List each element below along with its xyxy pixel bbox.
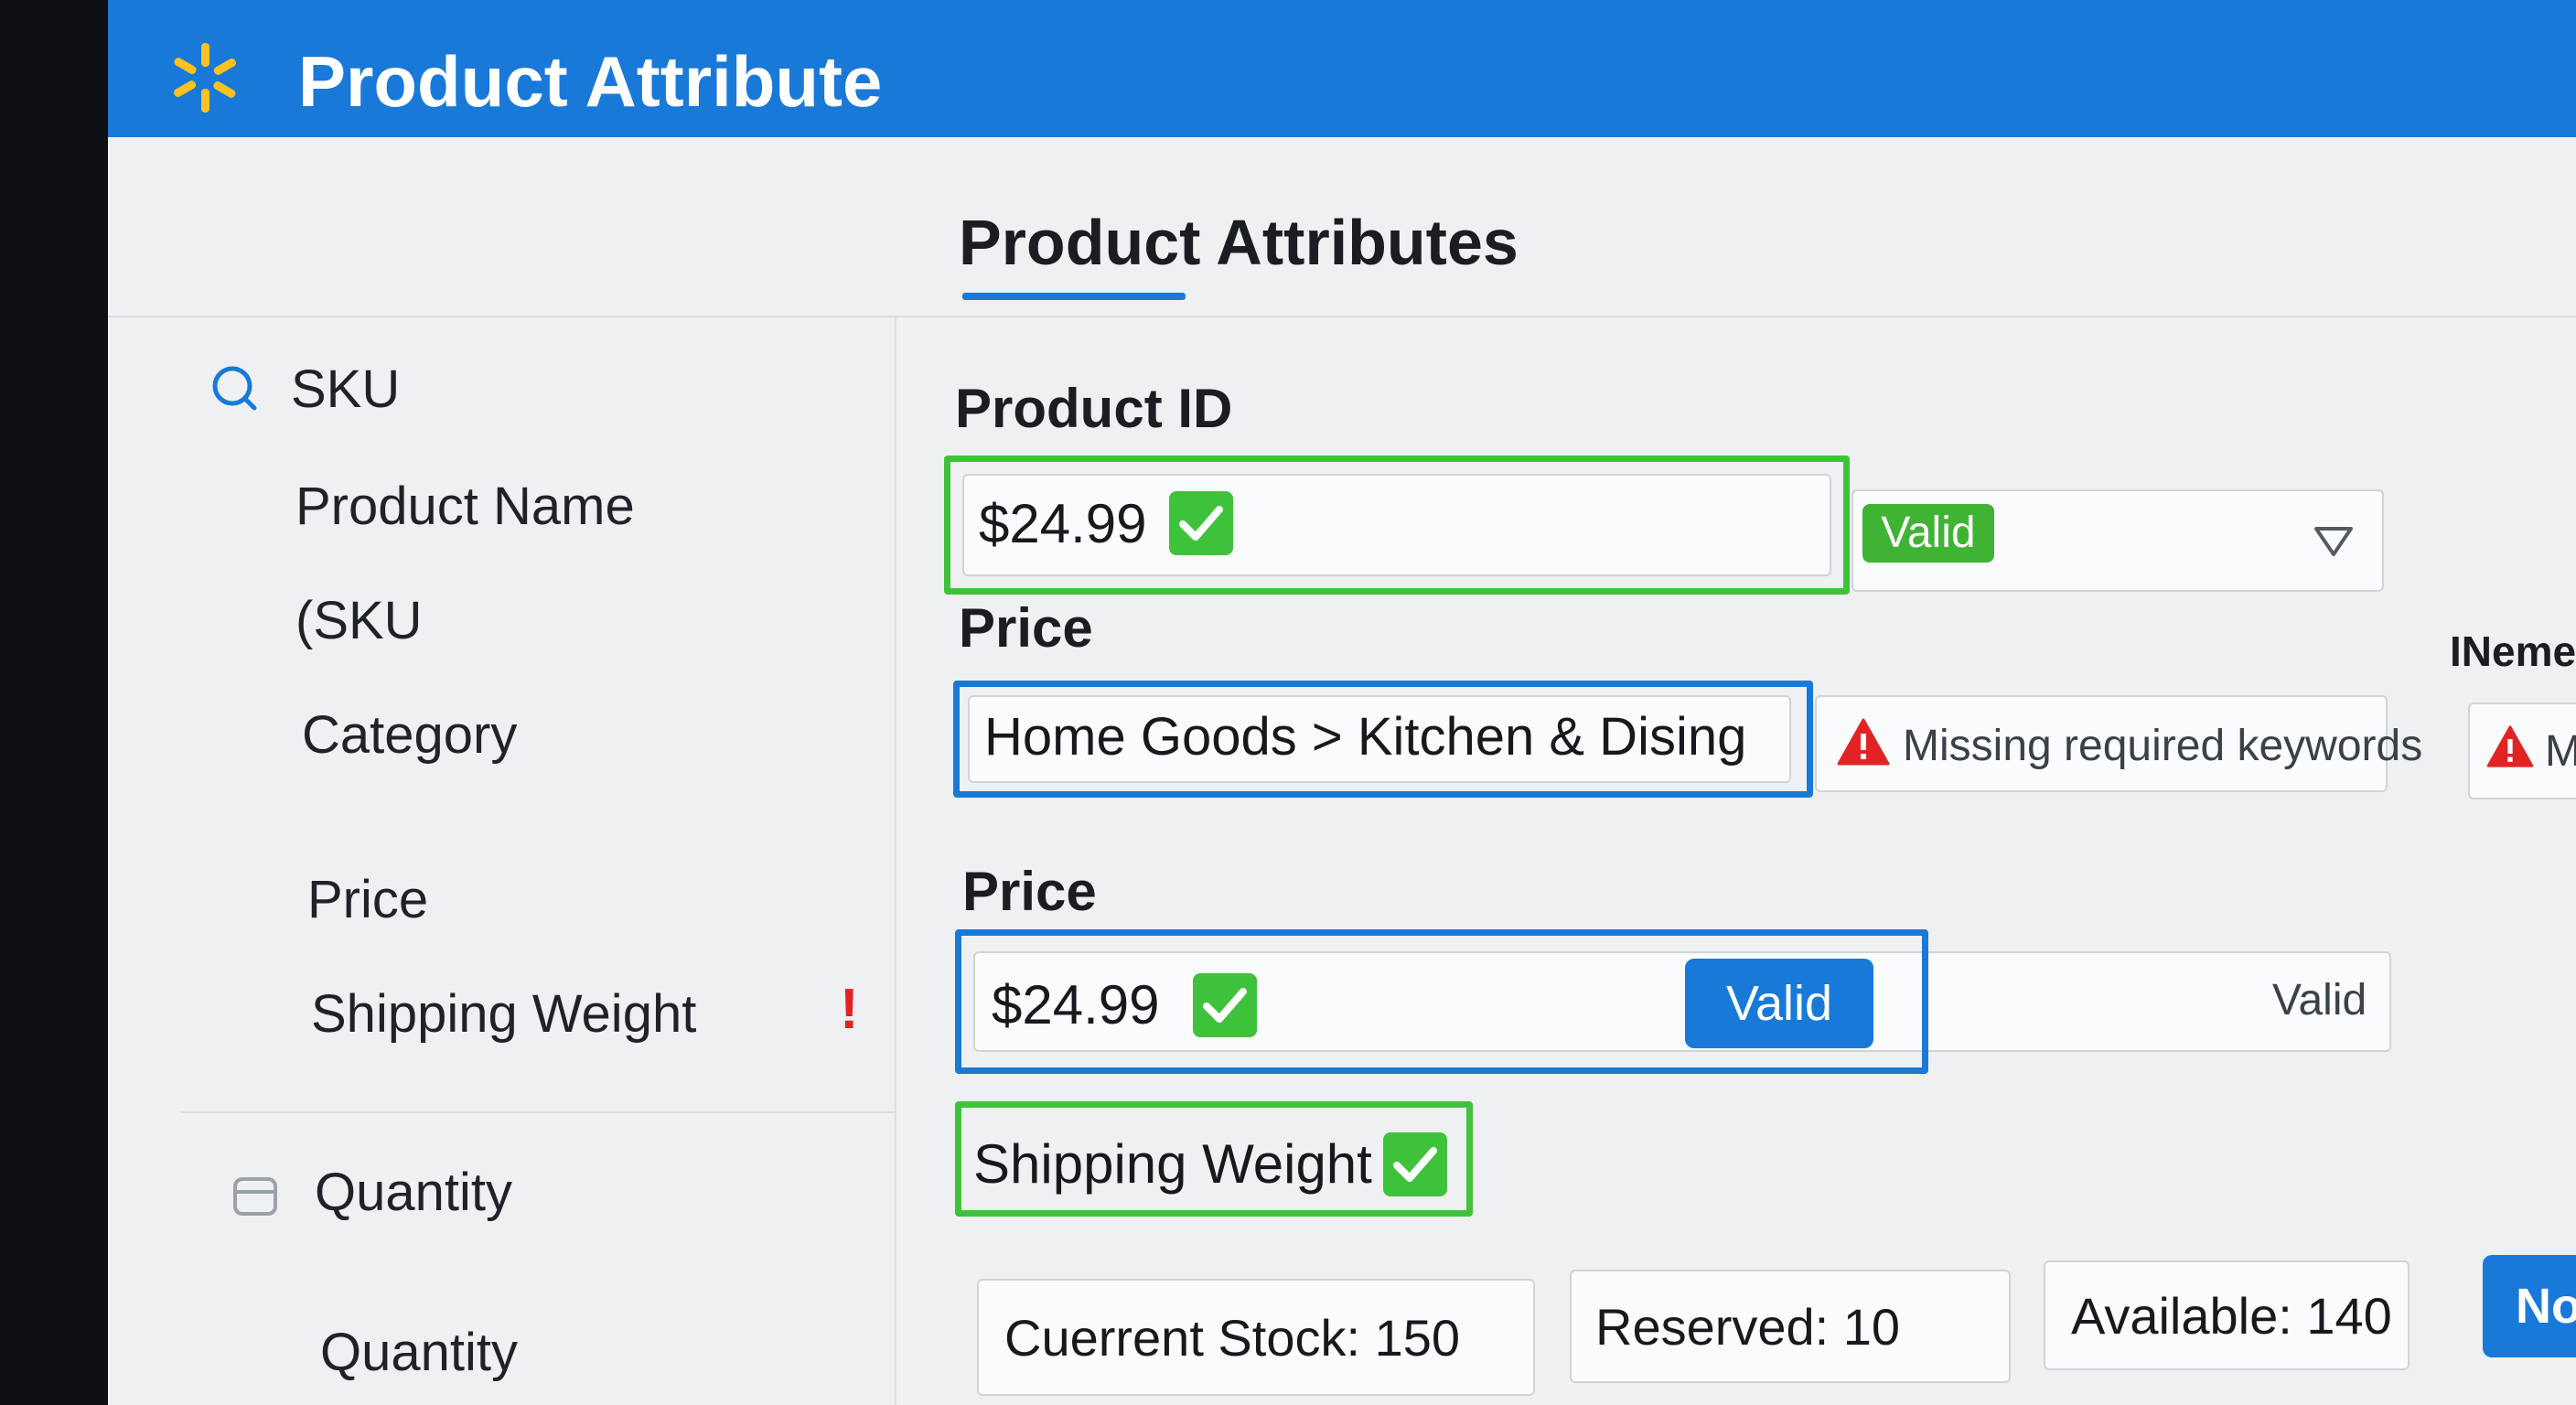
app-title: Product Attribute <box>298 41 883 122</box>
warning-icon <box>2486 725 2534 767</box>
product-id-value: $24.99 <box>979 493 1147 554</box>
sidebar-item-category[interactable]: Category <box>302 704 517 766</box>
sidebar-item-sku[interactable]: SKU <box>291 359 400 420</box>
product-id-label: Product ID <box>955 378 1233 439</box>
reserved-value: Reserved: 10 <box>1595 1298 1901 1356</box>
sidebar-item-sku-alt[interactable]: (SKU <box>295 590 423 651</box>
price-label: Price <box>962 861 1097 922</box>
search-icon <box>212 366 257 411</box>
category-value: Home Goods > Kitchen & Dising <box>984 707 1747 767</box>
next-button[interactable]: No <box>2483 1255 2576 1357</box>
price-value: $24.99 <box>992 974 1160 1035</box>
sidebar-item-quantity-2[interactable]: Quantity <box>320 1322 518 1383</box>
available-value: Available: 140 <box>2071 1287 2392 1345</box>
category-field-label: Price <box>959 597 1093 659</box>
name-warning-text: M <box>2545 727 2576 776</box>
check-icon <box>1383 1132 1447 1196</box>
sidebar-item-product-name[interactable]: Product Name <box>295 476 635 537</box>
error-indicator: ! <box>840 978 859 1041</box>
warning-icon <box>1837 718 1890 766</box>
check-icon <box>1193 973 1257 1037</box>
box-icon <box>233 1177 277 1216</box>
valid-button[interactable]: Valid <box>1685 959 1873 1048</box>
app-window: Product Attribute Product Attributes SKU… <box>108 0 2576 1405</box>
spark-logo-icon <box>174 43 236 113</box>
section-title: Product Attributes <box>959 207 1519 278</box>
sidebar-divider <box>895 316 896 1405</box>
check-icon <box>1169 491 1233 555</box>
shipping-weight-label: Shipping Weight <box>973 1133 1372 1195</box>
warning-text: Missing required keywords <box>1903 722 2423 770</box>
chevron-down-icon[interactable] <box>2313 525 2355 558</box>
valid-badge: Valid <box>1862 504 1994 563</box>
sidebar-item-shipping-weight[interactable]: Shipping Weight <box>311 983 696 1045</box>
sidebar-group-divider <box>181 1111 895 1113</box>
divider <box>108 316 2576 317</box>
price-status-text: Valid <box>2272 976 2367 1024</box>
name-field-label: INeme <box>2450 627 2576 675</box>
sidebar-item-quantity[interactable]: Quantity <box>315 1162 512 1223</box>
section-tab-indicator <box>962 293 1186 300</box>
header-bar: Product Attribute <box>108 0 2576 137</box>
current-stock-value: Cuerrent Stock: 150 <box>1004 1309 1461 1367</box>
sidebar-item-price[interactable]: Price <box>307 869 428 930</box>
